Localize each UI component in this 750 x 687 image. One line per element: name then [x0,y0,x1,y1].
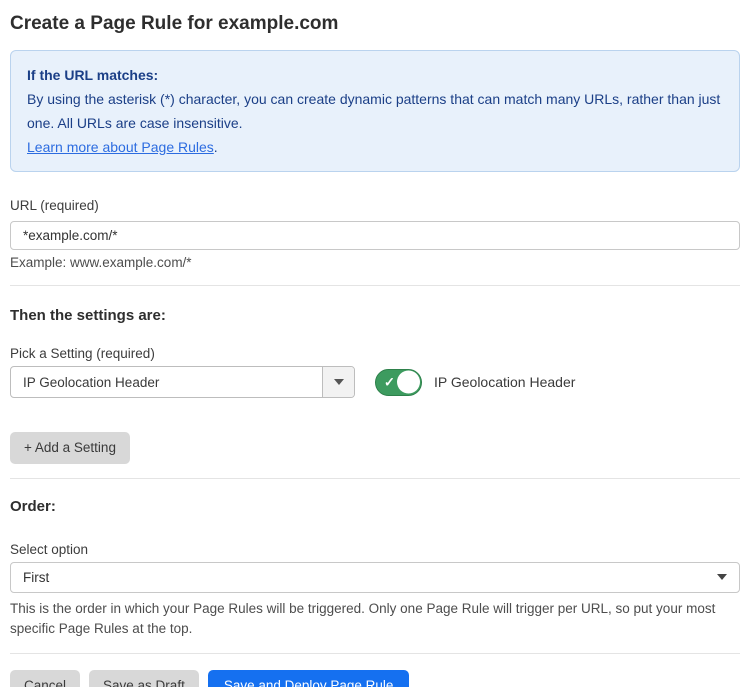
url-match-info-callout: If the URL matches: By using the asteris… [10,50,740,172]
info-heading: If the URL matches: [27,63,723,87]
save-and-deploy-button[interactable]: Save and Deploy Page Rule [208,670,410,687]
setting-picker-dropdown-button[interactable] [322,367,354,397]
setting-picker-dropdown[interactable]: IP Geolocation Header [10,366,355,398]
create-page-rule-form: Create a Page Rule for example.com If th… [0,0,750,687]
order-help-text: This is the order in which your Page Rul… [10,599,740,639]
settings-section-heading: Then the settings are: [10,307,740,325]
toggle-label: IP Geolocation Header [434,374,575,390]
url-field-label: URL (required) [10,198,740,214]
pick-setting-label: Pick a Setting (required) [10,346,740,362]
toggle-knob [397,371,420,394]
add-setting-button[interactable]: + Add a Setting [10,432,130,464]
chevron-down-icon [334,379,344,385]
ip-geolocation-toggle[interactable]: ✓ [375,369,422,396]
info-body: By using the asterisk (*) character, you… [27,87,723,135]
divider [10,285,740,286]
order-select-label: Select option [10,542,740,558]
check-icon: ✓ [384,376,395,389]
url-input[interactable] [10,221,740,250]
divider [10,653,740,654]
info-link-line: Learn more about Page Rules. [27,135,723,159]
url-example-hint: Example: www.example.com/* [10,255,740,271]
footer-actions: Cancel Save as Draft Save and Deploy Pag… [10,670,740,687]
save-as-draft-button[interactable]: Save as Draft [89,670,199,687]
order-section-heading: Order: [10,498,740,516]
chevron-down-icon [717,574,727,580]
setting-picker-value: IP Geolocation Header [11,367,322,397]
page-title: Create a Page Rule for example.com [10,12,740,35]
link-period: . [214,139,218,155]
order-select-value: First [23,570,49,585]
setting-row: IP Geolocation Header ✓ IP Geolocation H… [10,366,740,398]
cancel-button[interactable]: Cancel [10,670,80,687]
order-select[interactable]: First [10,562,740,593]
divider [10,478,740,479]
learn-more-link[interactable]: Learn more about Page Rules [27,139,214,155]
